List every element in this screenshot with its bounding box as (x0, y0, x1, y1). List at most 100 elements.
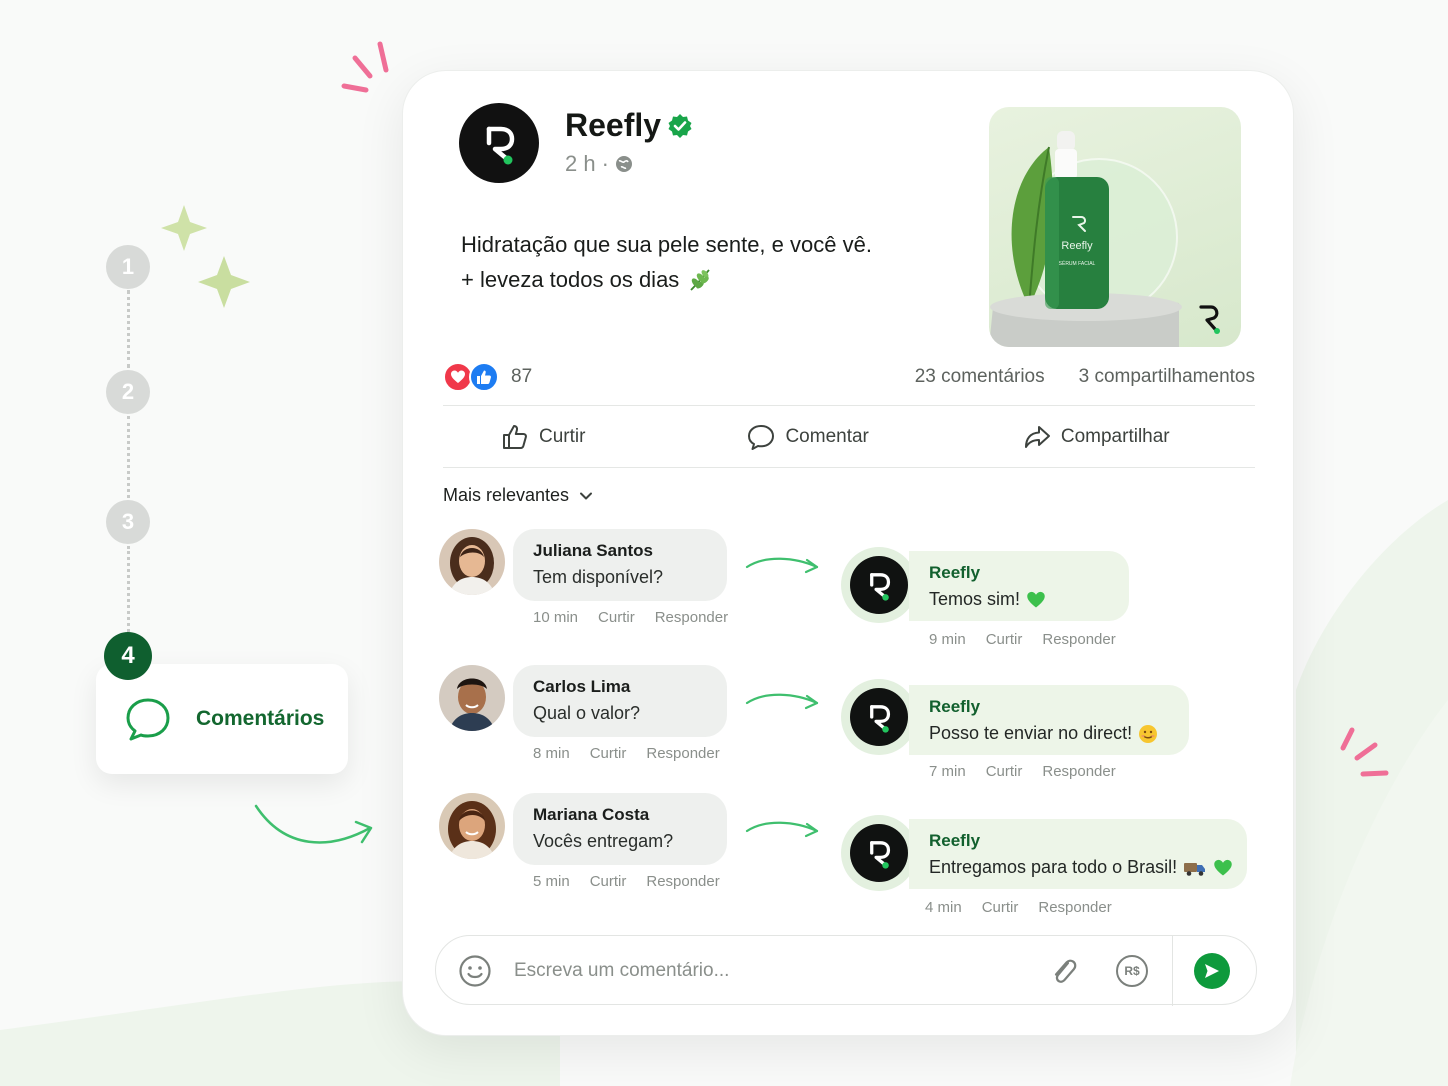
like-button[interactable]: Curtir (501, 423, 585, 451)
thumbs-up-icon (503, 425, 527, 449)
comment-time: 10 min (533, 609, 579, 626)
comment-text: Qual o valor? (533, 703, 641, 723)
currency-button[interactable]: R$ (1116, 955, 1148, 987)
sort-dropdown[interactable]: Mais relevantes (443, 485, 593, 506)
reply-text: Entregamos para todo o Brasil! (929, 857, 1178, 877)
reply-avatar[interactable] (841, 679, 917, 755)
emoji-icon[interactable] (458, 954, 492, 988)
reply-time: 7 min (929, 763, 966, 780)
reply-author[interactable]: Reefly (929, 563, 1129, 583)
reply-like-link[interactable]: Curtir (986, 763, 1023, 780)
reply-reply-link[interactable]: Responder (1038, 899, 1111, 916)
brand-name-text[interactable]: Reefly (565, 107, 661, 144)
send-icon (1205, 964, 1219, 978)
share-button-label[interactable]: Compartilhar (1061, 426, 1170, 448)
paperclip-icon[interactable] (1048, 955, 1080, 987)
reply-meta: 9 min Curtir Responder (929, 631, 1116, 648)
avatar[interactable] (439, 529, 505, 595)
reply-text: Temos sim! (929, 589, 1021, 609)
reefly-logo-icon (870, 841, 891, 869)
send-button[interactable] (1194, 953, 1230, 989)
comment-icon (748, 425, 775, 450)
chat-bubble-icon (126, 698, 170, 741)
reply-bubble: Reefly Entregamos para todo o Brasil! (909, 819, 1247, 889)
brand-avatar[interactable] (459, 103, 539, 183)
action-bar: Curtir Comentar Compartilhar (443, 407, 1255, 467)
comment-author[interactable]: Mariana Costa (533, 805, 727, 825)
reefly-logo-icon (870, 573, 891, 601)
reply-author[interactable]: Reefly (929, 697, 1189, 717)
reply-time: 9 min (929, 631, 966, 648)
comment-like-link[interactable]: Curtir (598, 609, 635, 626)
reply-time: 4 min (925, 899, 962, 916)
bottle-product-text: SÉRUM FACIAL (1059, 260, 1096, 267)
reactions-count[interactable]: 87 (511, 366, 532, 388)
reply-meta: 7 min Curtir Responder (929, 763, 1116, 780)
comment-text: Tem disponível? (533, 567, 664, 587)
comment-time: 8 min (533, 745, 570, 762)
currency-label: R$ (1124, 964, 1140, 978)
arrow-icon (745, 693, 819, 710)
reply-reply-link[interactable]: Responder (1042, 631, 1115, 648)
post-text-line-2-wrap: + leveza todos os dias (461, 262, 872, 297)
reply-avatar[interactable] (841, 547, 917, 623)
composer-separator (1172, 936, 1173, 1006)
comment-like-link[interactable]: Curtir (590, 873, 627, 890)
like-button-label[interactable]: Curtir (539, 426, 585, 448)
comment-reply-link[interactable]: Responder (646, 873, 719, 890)
reply-text-wrap: Posso te enviar no direct! (929, 723, 1189, 744)
bottle-brand-text: Reefly (1061, 240, 1093, 252)
comment-thread: Mariana Costa Vocês entregam? 5 min Curt… (439, 793, 1259, 923)
reply-reply-link[interactable]: Responder (1042, 763, 1115, 780)
verified-badge-icon (668, 113, 692, 138)
stepper-connector (127, 416, 130, 498)
avatar[interactable] (439, 665, 505, 731)
comments-count[interactable]: 23 comentários (915, 366, 1045, 388)
reply-like-link[interactable]: Curtir (982, 899, 1019, 916)
brand-name[interactable]: Reefly (565, 107, 693, 144)
share-button[interactable]: Compartilhar (1023, 423, 1170, 451)
herb-icon (690, 268, 710, 291)
step-3[interactable]: 3 (106, 500, 150, 544)
comment-thread: Carlos Lima Qual o valor? 8 min Curtir R… (439, 665, 1259, 795)
like-reaction-icon[interactable] (469, 362, 499, 392)
post-image[interactable]: Reefly SÉRUM FACIAL (989, 107, 1241, 347)
comment-reply-link[interactable]: Responder (646, 745, 719, 762)
comment-input[interactable] (514, 956, 994, 986)
step-4[interactable]: 4 (104, 632, 152, 680)
comment-bubble: Carlos Lima Qual o valor? (513, 665, 727, 737)
comment-like-link[interactable]: Curtir (590, 745, 627, 762)
active-step-card[interactable]: Comentários (96, 664, 348, 774)
divider (443, 405, 1255, 406)
avatar[interactable] (439, 793, 505, 859)
post-text-line-1: Hidratação que sua pele sente, e você vê… (461, 232, 872, 257)
reply-text-wrap: Entregamos para todo o Brasil! (929, 857, 1247, 878)
post-time: 2 h (565, 151, 596, 176)
comment-meta: 5 min Curtir Responder (533, 873, 720, 890)
comment-reply-link[interactable]: Responder (655, 609, 728, 626)
step-2[interactable]: 2 (106, 370, 150, 414)
product-image: Reefly SÉRUM FACIAL (989, 131, 1220, 347)
reply-text: Posso te enviar no direct! (929, 723, 1133, 743)
reply-avatar[interactable] (841, 815, 917, 891)
globe-icon (615, 156, 632, 172)
share-icon (1024, 426, 1050, 448)
comment-button[interactable]: Comentar (747, 423, 869, 451)
reply-text-wrap: Temos sim! (929, 589, 1129, 610)
comment-author[interactable]: Carlos Lima (533, 677, 727, 697)
arrow-icon (745, 821, 819, 838)
shares-count[interactable]: 3 compartilhamentos (1079, 366, 1255, 388)
comment-author[interactable]: Juliana Santos (533, 541, 727, 561)
step-1[interactable]: 1 (106, 245, 150, 289)
comment-button-label[interactable]: Comentar (785, 426, 868, 448)
reply-bubble: Reefly Posso te enviar no direct! (909, 685, 1189, 755)
sort-label[interactable]: Mais relevantes (443, 485, 569, 506)
reefly-logo-icon (870, 705, 891, 733)
comment-meta: 8 min Curtir Responder (533, 745, 720, 762)
post-text: Hidratação que sua pele sente, e você vê… (461, 227, 872, 297)
divider (443, 467, 1255, 468)
reply-like-link[interactable]: Curtir (986, 631, 1023, 648)
reply-author[interactable]: Reefly (929, 831, 1247, 851)
stepper-connector (127, 546, 130, 632)
stats-right: 23 comentários 3 compartilhamentos (915, 366, 1255, 388)
